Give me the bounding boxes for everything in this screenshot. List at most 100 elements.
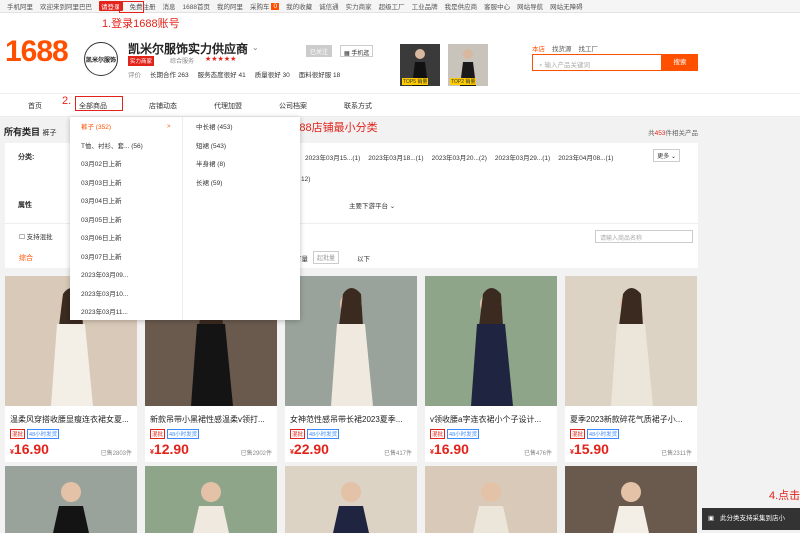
chevron-down-icon[interactable]: ⌄ [252, 43, 259, 52]
product-image[interactable] [5, 466, 137, 533]
topbar-link[interactable]: 手机阿里 [7, 1, 33, 11]
dropdown-category-item[interactable]: 2023年03月09... [81, 269, 128, 279]
topbar-link[interactable]: 我的收藏 [286, 1, 312, 11]
product-image[interactable] [565, 276, 697, 406]
dropdown-category-item[interactable]: 03月07日上新 [81, 251, 121, 261]
nav-company-profile[interactable]: 公司档案 [279, 101, 307, 111]
product-card[interactable] [145, 466, 277, 533]
nav-home[interactable]: 首页 [28, 101, 42, 111]
product-price: ¥12.90 [150, 441, 189, 457]
dropdown-subcategory-item[interactable]: 长裙 (59) [196, 177, 222, 187]
dropdown-category-item[interactable]: 03月03日上新 [81, 177, 121, 187]
search-button[interactable]: 搜索 [662, 54, 698, 71]
product-card[interactable] [425, 466, 557, 533]
date-category-item[interactable]: 2023年04月08...(1) [558, 152, 613, 162]
platform-filter[interactable]: 主要下游平台 ⌄ [349, 200, 395, 210]
tab-this-shop[interactable]: 本店 [532, 43, 545, 53]
top-product-thumb[interactable]: TOP5 销量 [400, 44, 440, 86]
topbar-link[interactable]: 我是供应商 [445, 1, 478, 11]
topbar-link[interactable]: 客服中心 [484, 1, 510, 11]
topbar-link[interactable]: 消息 [163, 1, 176, 11]
product-image[interactable] [285, 466, 417, 533]
tab-find-source[interactable]: 找货源 [552, 43, 572, 53]
dropdown-subcategory-item[interactable]: 半身裙 (8) [196, 158, 225, 168]
sold-count: 已售417件 [383, 451, 412, 457]
product-image[interactable] [425, 466, 557, 533]
product-image[interactable] [565, 466, 697, 533]
rating-stars: ★★★★★ [205, 56, 237, 63]
dropdown-category-item[interactable]: 03月05日上新 [81, 214, 121, 224]
topbar-link[interactable]: 网站无障碍 [550, 1, 583, 11]
topbar-link[interactable]: 诚信通 [319, 1, 339, 11]
product-image[interactable] [145, 466, 277, 533]
top-product-thumb[interactable]: TOP2 销量 [448, 44, 488, 86]
topbar-link[interactable]: 欢迎来到阿里巴巴 [40, 1, 92, 11]
topbar-link[interactable]: 实力商家 [346, 1, 372, 11]
count-suffix: 件相关产品 [665, 130, 699, 137]
dropdown-category-item[interactable]: 裤子 (352) [81, 121, 111, 131]
product-card[interactable] [5, 466, 137, 533]
date-category-list: 2023年03月15...(1) 2023年03月18...(1) 2023年0… [305, 152, 613, 162]
mixed-batch-checkbox[interactable]: ☐ 支持混批 [19, 231, 53, 241]
result-count: 共453件相关产品 [648, 127, 698, 137]
dropdown-category-item[interactable]: 2023年03月10... [81, 288, 128, 298]
product-card[interactable] [565, 466, 697, 533]
mobile-shop-button[interactable]: ▦ 手机逛 [340, 45, 374, 57]
dropdown-category-item[interactable]: 03月06日上新 [81, 232, 121, 242]
collect-category-button[interactable]: ▣ 此分类支持采集到店小 [702, 508, 800, 530]
date-category-item[interactable]: 2023年03月29...(1) [495, 152, 550, 162]
fast-ship-tag: 48小时发货 [307, 429, 340, 439]
nav-agency[interactable]: 代理加盟 [214, 101, 242, 111]
product-image[interactable] [285, 276, 417, 406]
site-logo[interactable]: 1688 [5, 35, 69, 69]
top-rank-label: TOP2 销量 [450, 78, 477, 85]
dropdown-subcategory-item[interactable]: 短裙 (543) [196, 140, 226, 150]
topbar-link[interactable]: 超级工厂 [379, 1, 405, 11]
product-card[interactable]: v领收腰a字连衣裙小个子设计... 混批 48小时发货 ¥16.90 已售476件 [425, 276, 557, 462]
fast-ship-tag: 48小时发货 [587, 429, 620, 439]
product-title[interactable]: 夏季2023新款碎花气质裙子小... [570, 414, 695, 425]
topbar-link[interactable]: 我的阿里 [217, 1, 243, 11]
date-category-item[interactable]: 12) [301, 176, 310, 183]
follow-button[interactable]: 已关注 [306, 45, 333, 57]
product-card[interactable]: 夏季2023新款碎花气质裙子小... 混批 48小时发货 ¥15.90 已售231… [565, 276, 697, 462]
product-image[interactable] [425, 276, 557, 406]
topbar-link[interactable]: 采购车 [250, 1, 270, 11]
product-title[interactable]: 温柔风穿搭收腰显瘦连衣裙女夏... [10, 414, 135, 425]
mixed-batch-tag: 混批 [10, 429, 26, 439]
more-button[interactable]: 更多 ⌄ [653, 149, 680, 162]
product-card[interactable]: 女神范性感吊带长裙2023夏季... 混批 48小时发货 ¥22.90 已售417… [285, 276, 417, 462]
shop-avatar[interactable]: 凯米尔服饰 [84, 42, 118, 76]
platform-label: 主要下游平台 [349, 203, 388, 210]
dropdown-category-item[interactable]: 2023年03月11... [81, 306, 128, 316]
min-order-input[interactable]: 起批量 [313, 251, 340, 264]
date-category-item[interactable]: 2023年03月18...(1) [368, 152, 423, 162]
topbar-link[interactable]: 网站导航 [517, 1, 543, 11]
below-label: 以下 [357, 256, 370, 263]
dropdown-category-item[interactable]: 03月02日上新 [81, 158, 121, 168]
dropdown-category-item[interactable]: 03月04日上新 [81, 195, 121, 205]
product-title[interactable]: v领收腰a字连衣裙小个子设计... [430, 414, 555, 425]
nav-contact[interactable]: 联系方式 [344, 101, 372, 111]
breadcrumb[interactable]: 裤子 [43, 130, 57, 137]
product-name-search[interactable]: 请输入商品名称 [595, 230, 693, 243]
sort-default[interactable]: 综合 [19, 253, 33, 263]
annotation-box-login [119, 1, 144, 13]
dropdown-category-item[interactable]: T恤、衬衫、套... (56) [81, 140, 143, 150]
topbar-link[interactable]: 0 [271, 2, 280, 10]
fast-ship-tag: 48小时发货 [27, 429, 60, 439]
sold-count: 已售476件 [523, 451, 552, 457]
search-input[interactable]: ⌕ 输入产品关键词 [532, 54, 662, 71]
nav-shop-news[interactable]: 店铺动态 [149, 101, 177, 111]
topbar-link[interactable]: 1688首页 [183, 1, 210, 11]
topbar-link[interactable]: 工业品牌 [412, 1, 438, 11]
all-categories-title[interactable]: 所有类目 裤子 [4, 125, 57, 138]
product-title[interactable]: 新款吊带小黑裙性感温柔v领打... [150, 414, 275, 425]
date-category-item[interactable]: 2023年03月20...(2) [432, 152, 487, 162]
product-card[interactable] [285, 466, 417, 533]
tab-find-factory[interactable]: 找工厂 [579, 43, 599, 53]
category-dropdown: > 裤子 (352) 中长裙 (453) T恤、衬衫、套... (56) 短裙 (54… [70, 117, 300, 320]
date-category-item[interactable]: 2023年03月15...(1) [305, 152, 360, 162]
product-title[interactable]: 女神范性感吊带长裙2023夏季... [290, 414, 415, 425]
dropdown-subcategory-item[interactable]: 中长裙 (453) [196, 121, 232, 131]
